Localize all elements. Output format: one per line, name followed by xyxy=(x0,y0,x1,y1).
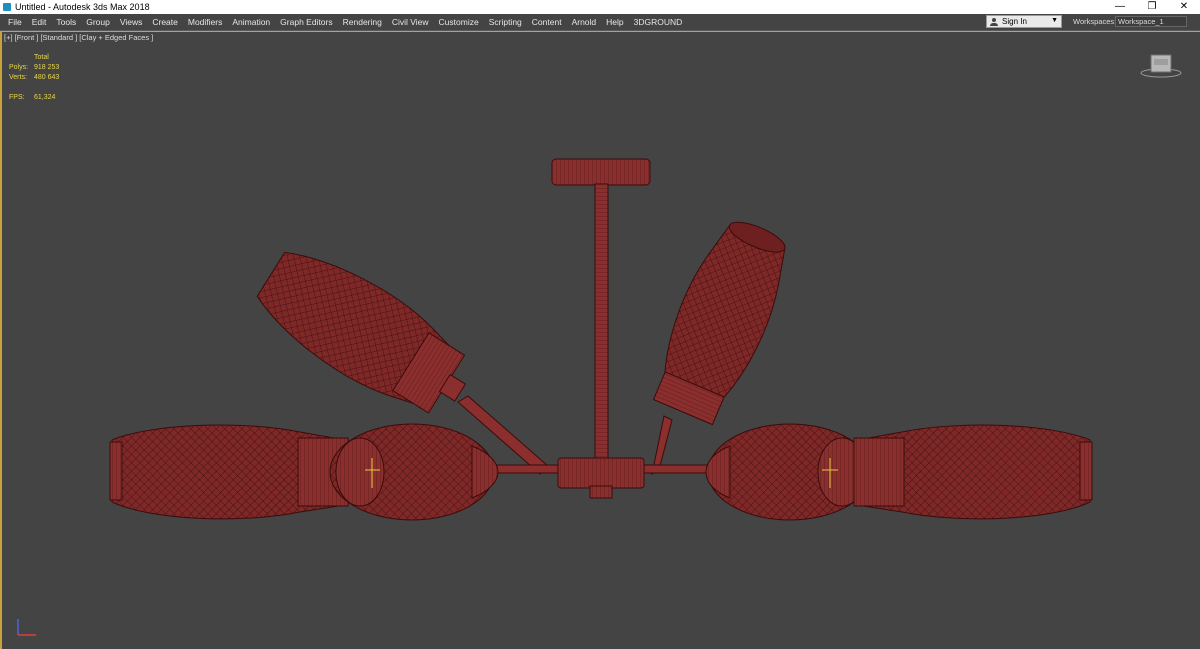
scene-statistics: Total Polys: 918 253 Verts: 480 643 FPS: 61… xyxy=(9,53,59,103)
stats-header: Total xyxy=(34,54,49,61)
chandelier-model xyxy=(109,158,1093,521)
polys-label: Polys: xyxy=(9,64,29,71)
shade-inner-right xyxy=(705,423,873,521)
shade-far-right xyxy=(853,424,1093,520)
viewcube-icon[interactable] xyxy=(1140,52,1182,78)
ceiling-canopy xyxy=(551,158,651,186)
stem xyxy=(594,183,609,465)
verts-value: 480 643 xyxy=(34,74,60,81)
axis-tripod-icon xyxy=(17,619,36,636)
shade-inner-left xyxy=(329,423,499,521)
shade-upper-left xyxy=(256,251,467,414)
center-hub xyxy=(557,457,645,499)
fps-value: 61,324 xyxy=(34,94,56,101)
verts-label: Verts: xyxy=(9,74,27,81)
shade-far-left xyxy=(109,424,349,520)
polys-value: 918 253 xyxy=(34,64,60,71)
fps-label: FPS: xyxy=(9,94,25,101)
viewport-label[interactable]: [+] [Front ] [Standard ] [Clay + Edged F… xyxy=(4,33,153,42)
shade-upper-right xyxy=(652,221,786,426)
